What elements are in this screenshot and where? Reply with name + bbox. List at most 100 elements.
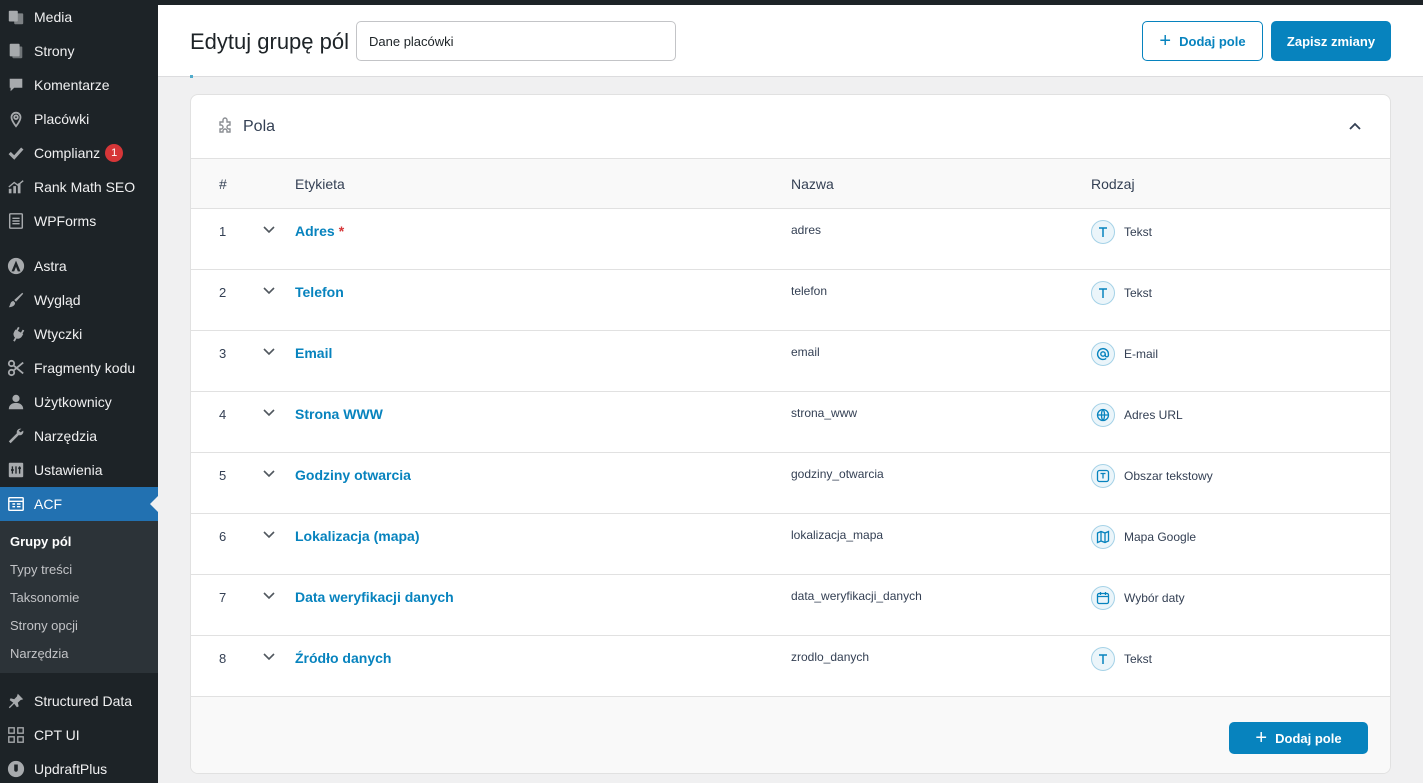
field-label-text: Telefon bbox=[295, 284, 344, 300]
table-row[interactable]: 8 Źródło danych zrodlo_danych Tekst bbox=[191, 636, 1390, 697]
settings-icon bbox=[6, 460, 26, 480]
plus-icon: + bbox=[1159, 30, 1172, 52]
row-number: 4 bbox=[219, 407, 227, 422]
chevron-down-icon[interactable] bbox=[262, 283, 276, 297]
field-name: godziny_otwarcia bbox=[791, 467, 884, 481]
chevron-up-icon[interactable] bbox=[1345, 117, 1365, 137]
field-label-link[interactable]: Data weryfikacji danych bbox=[295, 589, 454, 605]
chevron-down-icon[interactable] bbox=[262, 649, 276, 663]
sidebar-item-narzedzia[interactable]: Narzędzia bbox=[0, 419, 158, 453]
field-type-label: Tekst bbox=[1124, 225, 1153, 239]
field-type: Obszar tekstowy bbox=[1091, 464, 1213, 488]
sidebar-item-label: WPForms bbox=[34, 213, 97, 229]
chevron-down-icon[interactable] bbox=[262, 344, 276, 358]
submenu-item-typy-tresci[interactable]: Typy treści bbox=[10, 555, 72, 583]
header-accent-mark bbox=[190, 75, 193, 78]
table-row[interactable]: 7 Data weryfikacji danych data_weryfikac… bbox=[191, 575, 1390, 636]
submenu-item-taksonomie[interactable]: Taksonomie bbox=[10, 583, 79, 611]
sidebar-item-label: Rank Math SEO bbox=[34, 179, 136, 195]
row-number: 6 bbox=[219, 529, 227, 544]
table-row[interactable]: 2 Telefon telefon Tekst bbox=[191, 270, 1390, 331]
field-type: Tekst bbox=[1091, 220, 1152, 244]
field-label-link[interactable]: Źródło danych bbox=[295, 650, 391, 666]
chevron-down-icon[interactable] bbox=[262, 222, 276, 236]
sidebar-item-label: Complianz bbox=[34, 145, 101, 161]
table-row[interactable]: 5 Godziny otwarcia godziny_otwarcia Obsz… bbox=[191, 453, 1390, 514]
add-field-label: Dodaj pole bbox=[1179, 33, 1246, 49]
sidebar-item-label: Media bbox=[34, 9, 73, 25]
sidebar-item-pages[interactable]: Strony bbox=[0, 34, 158, 68]
chevron-down-icon[interactable] bbox=[262, 527, 276, 541]
sidebar-item-wyglad[interactable]: Wygląd bbox=[0, 283, 158, 317]
save-changes-button[interactable]: Zapisz zmiany bbox=[1271, 21, 1391, 61]
sidebar-item-label: Ustawienia bbox=[34, 462, 103, 478]
page-title: Edytuj grupę pól bbox=[190, 29, 349, 54]
field-label-link[interactable]: Email bbox=[295, 345, 332, 361]
sidebar-item-acf[interactable]: ACF bbox=[0, 487, 158, 521]
field-name: email bbox=[791, 345, 820, 359]
chevron-down-icon[interactable] bbox=[262, 466, 276, 480]
location-pin-icon bbox=[6, 109, 26, 129]
acf-icon bbox=[6, 494, 26, 514]
field-type-label: Tekst bbox=[1124, 652, 1153, 666]
field-label-link[interactable]: Telefon bbox=[295, 284, 344, 300]
table-row[interactable]: 4 Strona WWW strona_www Adres URL bbox=[191, 392, 1390, 453]
sidebar-item-structured-data[interactable]: Structured Data bbox=[0, 684, 158, 718]
sidebar-item-fragmenty-kodu[interactable]: Fragmenty kodu bbox=[0, 351, 158, 385]
fields-card-header[interactable]: Pola bbox=[191, 95, 1390, 159]
field-label-text: Data weryfikacji danych bbox=[295, 589, 454, 605]
sidebar-item-astra[interactable]: Astra bbox=[0, 249, 158, 283]
field-name: adres bbox=[791, 223, 822, 237]
sidebar-item-ustawienia[interactable]: Ustawienia bbox=[0, 453, 158, 487]
admin-sidebar: Media Strony Komentarze Placówki Complia… bbox=[0, 0, 158, 783]
sidebar-item-label: Strony bbox=[34, 43, 75, 59]
field-label-link[interactable]: Lokalizacja (mapa) bbox=[295, 528, 420, 544]
table-row[interactable]: 6 Lokalizacja (mapa) lokalizacja_mapa Ma… bbox=[191, 514, 1390, 575]
field-label-link[interactable]: Godziny otwarcia bbox=[295, 467, 411, 483]
submenu-item-grupy-pol[interactable]: Grupy pól bbox=[10, 527, 71, 555]
sidebar-item-placowki[interactable]: Placówki bbox=[0, 102, 158, 136]
table-row[interactable]: 1 Adres * adres Tekst bbox=[191, 209, 1390, 270]
row-number: 3 bbox=[219, 346, 227, 361]
fields-card-footer: + Dodaj pole bbox=[191, 697, 1390, 773]
sidebar-item-cpt-ui[interactable]: CPT UI bbox=[0, 718, 158, 752]
text-type-icon bbox=[1091, 647, 1115, 671]
sidebar-item-label: Narzędzia bbox=[34, 428, 98, 444]
field-type-label: Mapa Google bbox=[1124, 530, 1197, 544]
field-type-label: Wybór daty bbox=[1124, 591, 1185, 605]
sidebar-item-updraftplus[interactable]: UpdraftPlus bbox=[0, 752, 158, 783]
field-label-link[interactable]: Adres * bbox=[295, 223, 344, 239]
field-label-text: Źródło danych bbox=[295, 650, 392, 666]
sidebar-item-wtyczki[interactable]: Wtyczki bbox=[0, 317, 158, 351]
field-type: Adres URL bbox=[1091, 403, 1183, 427]
notification-badge: 1 bbox=[105, 144, 124, 162]
add-field-button[interactable]: + Dodaj pole bbox=[1142, 21, 1263, 61]
text-type-icon bbox=[1091, 220, 1115, 244]
submenu-item-strony-opcji[interactable]: Strony opcji bbox=[10, 611, 78, 639]
field-label-text: Email bbox=[295, 345, 333, 361]
sidebar-item-rank-math[interactable]: Rank Math SEO bbox=[0, 170, 158, 204]
sidebar-item-label: Structured Data bbox=[34, 693, 133, 709]
field-label-link[interactable]: Strona WWW bbox=[295, 406, 383, 422]
column-header-num: # bbox=[219, 176, 227, 192]
plugin-icon bbox=[6, 324, 26, 344]
globe-type-icon bbox=[1091, 403, 1115, 427]
sidebar-item-uzytkownicy[interactable]: Użytkownicy bbox=[0, 385, 158, 419]
submenu-item-narzedzia[interactable]: Narzędzia bbox=[10, 639, 69, 667]
field-type: Tekst bbox=[1091, 647, 1152, 671]
sidebar-item-media[interactable]: Media bbox=[0, 0, 158, 34]
field-label-text: Lokalizacja (mapa) bbox=[295, 528, 420, 544]
calendar-type-icon bbox=[1091, 586, 1115, 610]
user-icon bbox=[6, 392, 26, 412]
sidebar-item-wpforms[interactable]: WPForms bbox=[0, 204, 158, 238]
chevron-down-icon[interactable] bbox=[262, 405, 276, 419]
forms-icon bbox=[6, 211, 26, 231]
field-group-title-input[interactable] bbox=[356, 21, 676, 61]
chevron-down-icon[interactable] bbox=[262, 588, 276, 602]
sidebar-item-label: Fragmenty kodu bbox=[34, 360, 136, 376]
sidebar-item-complianz[interactable]: Complianz 1 bbox=[0, 136, 158, 170]
table-row[interactable]: 3 Email email E-mail bbox=[191, 331, 1390, 392]
puzzle-icon bbox=[215, 117, 235, 137]
sidebar-item-comments[interactable]: Komentarze bbox=[0, 68, 158, 102]
footer-add-field-button[interactable]: + Dodaj pole bbox=[1229, 722, 1368, 754]
